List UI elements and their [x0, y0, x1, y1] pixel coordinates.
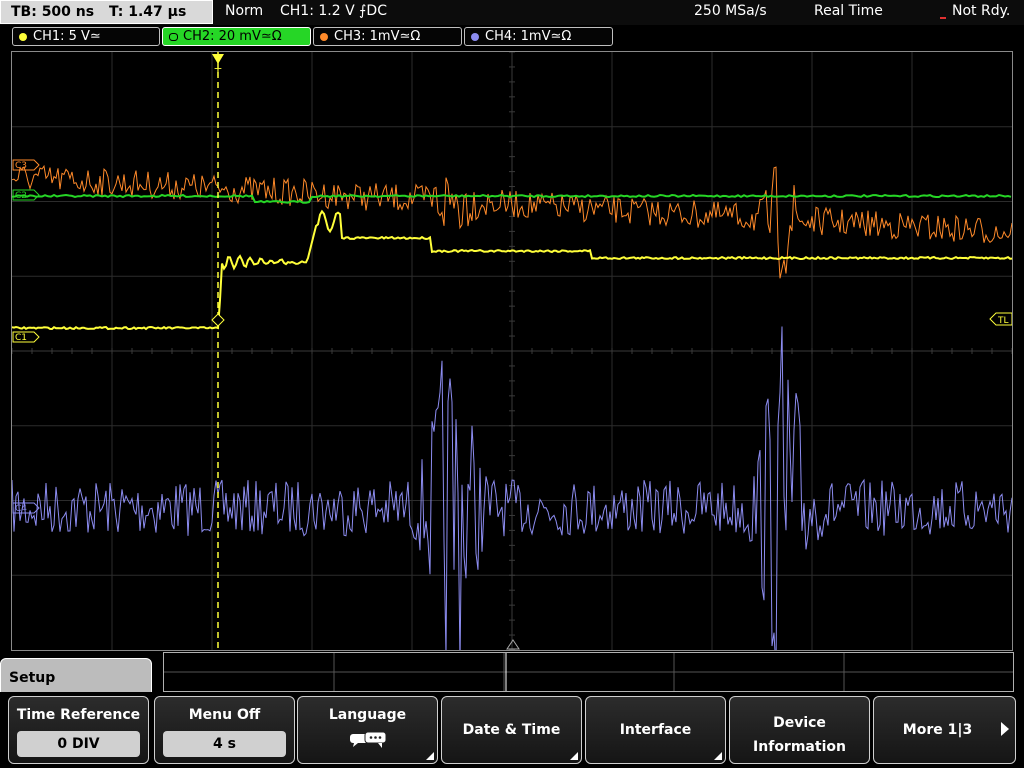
time-reference-label: Time Reference — [16, 707, 141, 723]
ch3-label: CH3: 1mV≃Ω — [334, 29, 421, 44]
menu-off-value: 4 s — [163, 731, 286, 757]
channel-bar: CH1: 5 V≃ CH2: 20 mV≃Ω CH3: 1mV≃Ω CH4: 1… — [0, 26, 1024, 48]
waveform-display[interactable]: T C3 C2 C1 C4 TL — [11, 51, 1013, 651]
acquisition-mode: Real Time — [814, 3, 883, 19]
language-label: Language — [328, 707, 407, 723]
trigger-point-marker — [211, 313, 225, 327]
graticule — [12, 52, 1012, 650]
date-time-label: Date & Time — [462, 722, 561, 738]
ch2-color-dot — [169, 33, 178, 41]
ch4-color-dot — [471, 33, 479, 41]
trigger-mode[interactable]: Norm — [225, 3, 263, 19]
trigger-level-marker[interactable]: TL — [989, 312, 1012, 326]
more-label: More 1|3 — [902, 722, 973, 738]
trigger-pos-label: T — [214, 66, 222, 79]
menu-off-button[interactable]: Menu Off 4 s — [154, 696, 295, 764]
ch1-label: CH1: 5 V≃ — [33, 29, 101, 44]
ch3-offset-marker[interactable]: C3 — [12, 159, 40, 171]
timebase-value: TB: 500 ns — [11, 4, 95, 20]
device-information-button[interactable]: Device Information — [729, 696, 870, 764]
ch1-marker-label: C1 — [15, 333, 27, 343]
ch4-label: CH4: 1mV≃Ω — [485, 29, 572, 44]
interface-label: Interface — [619, 722, 692, 738]
device-information-line2: Information — [753, 739, 846, 755]
trigger-time-value: T: 1.47 µs — [108, 4, 187, 20]
submenu-indicator-icon — [714, 752, 722, 760]
zoom-overview[interactable] — [163, 652, 1014, 692]
ch4-marker-label: C4 — [15, 504, 27, 514]
language-button[interactable]: Language — [297, 696, 438, 764]
ch4-offset-marker[interactable]: C4 — [12, 502, 40, 514]
ch1-color-dot — [19, 33, 27, 41]
channel-tab-ch3[interactable]: CH3: 1mV≃Ω — [313, 27, 462, 46]
channel-tab-ch2[interactable]: CH2: 20 mV≃Ω — [162, 27, 311, 46]
channel-tab-ch1[interactable]: CH1: 5 V≃ — [12, 27, 160, 46]
speech-bubbles-icon — [350, 731, 387, 748]
channel-tab-ch4[interactable]: CH4: 1mV≃Ω — [464, 27, 613, 46]
ch3-color-dot — [320, 33, 328, 41]
state-indicator — [940, 17, 946, 19]
interface-button[interactable]: Interface — [585, 696, 726, 764]
waveform-canvas: T C3 C2 C1 C4 TL — [12, 52, 1012, 650]
timebase-box[interactable]: TB: 500 ns T: 1.47 µs — [0, 0, 213, 24]
softkey-bar: Time Reference 0 DIV Menu Off 4 s Langua… — [0, 692, 1024, 768]
time-reference-button[interactable]: Time Reference 0 DIV — [8, 696, 149, 764]
trigger-level-label: TL — [997, 316, 1009, 326]
ch2-label: CH2: 20 mV≃Ω — [183, 29, 282, 44]
next-page-icon — [1001, 722, 1009, 736]
device-information-label: Device Information — [730, 711, 869, 759]
more-button[interactable]: More 1|3 — [873, 696, 1016, 764]
center-marker — [506, 639, 520, 650]
status-bar: TB: 500 ns T: 1.47 µs Norm CH1: 1.2 V ⨍D… — [0, 0, 1024, 25]
ch1-offset-marker[interactable]: C1 — [12, 331, 40, 343]
ch3-marker-label: C3 — [15, 161, 27, 171]
submenu-indicator-icon — [426, 752, 434, 760]
acquisition-state: Not Rdy. — [952, 3, 1011, 19]
device-information-line1: Device — [773, 715, 826, 731]
menu-off-label: Menu Off — [188, 707, 261, 723]
sample-rate: 250 MSa/s — [694, 3, 767, 19]
ch2-marker-label: C2 — [15, 191, 27, 201]
submenu-indicator-icon — [570, 752, 578, 760]
overview-graticule — [164, 653, 1013, 691]
date-time-button[interactable]: Date & Time — [441, 696, 582, 764]
time-reference-value: 0 DIV — [17, 731, 140, 757]
trigger-source[interactable]: CH1: 1.2 V ⨍DC — [280, 3, 387, 19]
